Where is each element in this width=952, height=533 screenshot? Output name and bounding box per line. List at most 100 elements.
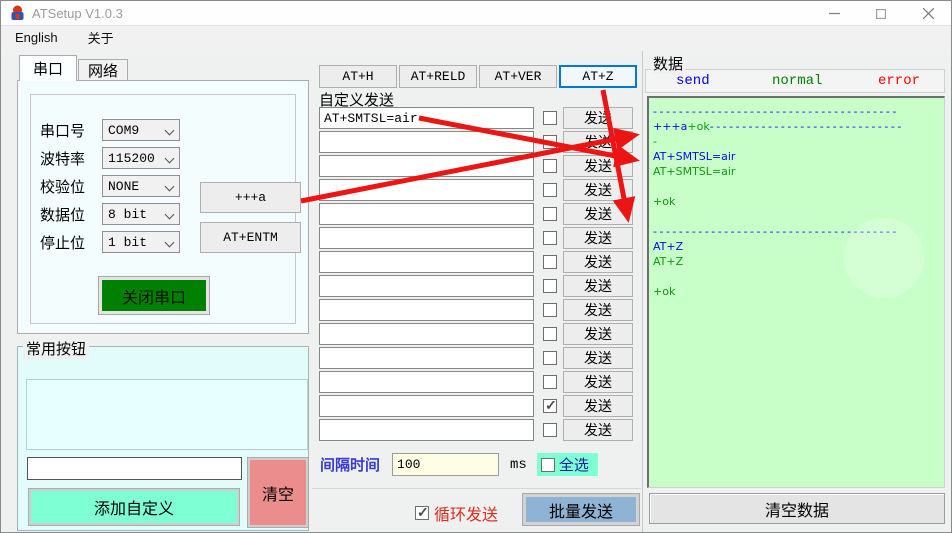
watermark-circle (844, 218, 924, 298)
clear-data-button[interactable]: 清空数据 (649, 493, 945, 524)
command-input[interactable] (319, 275, 534, 297)
field-row-port: 串口号 COM9 (40, 119, 180, 141)
row-checkbox[interactable] (543, 279, 557, 293)
row-checkbox[interactable] (543, 327, 557, 341)
chevron-down-icon (166, 155, 174, 163)
send-button[interactable]: 发送 (563, 107, 633, 129)
command-input[interactable] (319, 179, 534, 201)
legend-error: error (878, 73, 920, 89)
row-checkbox[interactable] (543, 303, 557, 317)
command-input[interactable] (319, 395, 534, 417)
common-buttons-list[interactable] (26, 379, 308, 450)
log-line: +ok (653, 194, 940, 209)
app-window: ATSetup V1.0.3 English 关于 串口 网络 串口号 COM9 (0, 0, 952, 533)
row-checkbox[interactable] (543, 423, 557, 437)
send-button[interactable]: 发送 (563, 419, 633, 441)
serial-settings-panel: 串口号 COM9 波特率 115200 校验位 NONE (17, 80, 309, 334)
row-checkbox[interactable] (543, 255, 557, 269)
send-button[interactable]: 发送 (563, 203, 633, 225)
clear-common-button[interactable]: 清空 (248, 458, 308, 527)
log-line: AT+SMTSL=air (653, 149, 940, 164)
send-button[interactable]: 发送 (563, 275, 633, 297)
interval-input[interactable] (392, 453, 499, 476)
loop-send-checkbox[interactable] (415, 506, 429, 520)
stopbits-select[interactable]: 1 bit (102, 231, 180, 253)
row-checkbox[interactable] (543, 207, 557, 221)
send-row: 发送 (319, 203, 633, 225)
chevron-down-icon (166, 239, 174, 247)
tab-network[interactable]: 网络 (78, 59, 128, 81)
send-button[interactable]: 发送 (563, 395, 633, 417)
row-checkbox[interactable] (543, 183, 557, 197)
command-input[interactable] (319, 251, 534, 273)
command-input[interactable] (319, 155, 534, 177)
databits-select[interactable]: 8 bit (102, 203, 180, 225)
app-icon (9, 5, 26, 22)
maximize-button[interactable] (858, 1, 904, 26)
add-custom-button[interactable]: 添加自定义 (29, 489, 239, 525)
close-button[interactable] (905, 1, 951, 26)
minimize-icon (829, 8, 840, 19)
title-bar: ATSetup V1.0.3 (1, 1, 952, 26)
row-checkbox[interactable] (543, 399, 557, 413)
select-all-label: 全选 (559, 454, 589, 475)
send-button[interactable]: 发送 (563, 251, 633, 273)
maximize-icon (876, 9, 886, 19)
command-input[interactable] (319, 107, 534, 129)
close-serial-button[interactable]: 关闭串口 (99, 277, 209, 314)
send-button[interactable]: 发送 (563, 155, 633, 177)
interval-row: 间隔时间 ms 全选 (320, 453, 598, 476)
row-checkbox[interactable] (543, 351, 557, 365)
row-checkbox[interactable] (543, 111, 557, 125)
field-row-baud: 波特率 115200 (40, 147, 180, 169)
field-row-databits: 数据位 8 bit (40, 203, 180, 225)
data-legend: send normal error (645, 69, 945, 93)
send-button[interactable]: 发送 (563, 179, 633, 201)
at-ver-button[interactable]: AT+VER (479, 65, 557, 88)
menu-item-english[interactable]: English (15, 30, 58, 45)
command-input[interactable] (319, 203, 534, 225)
loop-send-row: 循环发送 (415, 501, 498, 525)
send-row: 发送 (319, 347, 633, 369)
select-all-checkbox[interactable] (541, 458, 555, 472)
row-checkbox[interactable] (543, 231, 557, 245)
command-input[interactable] (319, 419, 534, 441)
command-input[interactable] (319, 227, 534, 249)
send-button[interactable]: 发送 (563, 227, 633, 249)
quick-command-row: AT+H AT+RELD AT+VER AT+Z (319, 65, 637, 88)
entm-button[interactable]: AT+ENTM (200, 222, 301, 253)
parity-select[interactable]: NONE (102, 175, 180, 197)
at-h-button[interactable]: AT+H (319, 65, 397, 88)
tab-serial[interactable]: 串口 (19, 55, 77, 81)
command-input[interactable] (319, 131, 534, 153)
common-command-input[interactable] (27, 457, 242, 480)
minimize-button[interactable] (811, 1, 857, 26)
menu-item-about[interactable]: 关于 (88, 28, 114, 47)
send-row: 发送 (319, 107, 633, 129)
send-button[interactable]: 发送 (563, 347, 633, 369)
command-input[interactable] (319, 299, 534, 321)
common-buttons-title: 常用按钮 (23, 338, 89, 359)
send-button[interactable]: 发送 (563, 131, 633, 153)
send-button[interactable]: 发送 (563, 299, 633, 321)
at-z-button[interactable]: AT+Z (559, 65, 637, 88)
chevron-down-icon (166, 183, 174, 191)
send-row: 发送 (319, 371, 633, 393)
batch-send-button[interactable]: 批量发送 (523, 494, 639, 525)
send-row: 发送 (319, 155, 633, 177)
send-button[interactable]: 发送 (563, 371, 633, 393)
row-checkbox[interactable] (543, 159, 557, 173)
command-input[interactable] (319, 371, 534, 393)
send-button[interactable]: 发送 (563, 323, 633, 345)
row-checkbox[interactable] (543, 135, 557, 149)
baud-select[interactable]: 115200 (102, 147, 180, 169)
plus-a-button[interactable]: +++a (200, 182, 301, 213)
field-row-stopbits: 停止位 1 bit (40, 231, 180, 253)
command-input[interactable] (319, 347, 534, 369)
stopbits-label: 停止位 (40, 232, 102, 253)
port-select[interactable]: COM9 (102, 119, 180, 141)
data-log-area[interactable]: -------------------------------------- +… (647, 96, 945, 488)
command-input[interactable] (319, 323, 534, 345)
at-reld-button[interactable]: AT+RELD (399, 65, 477, 88)
row-checkbox[interactable] (543, 375, 557, 389)
